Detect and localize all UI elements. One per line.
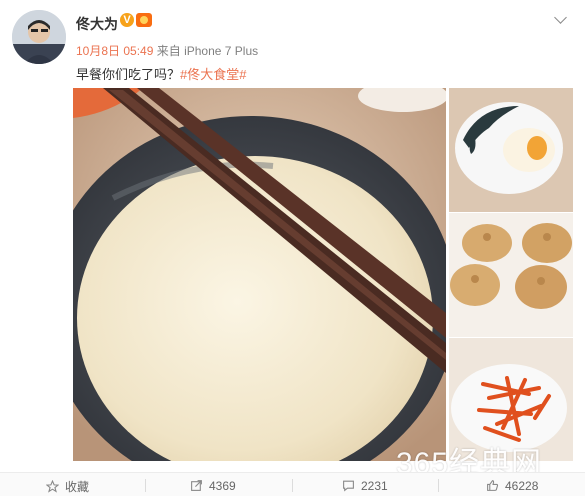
congee-bowl-image — [73, 88, 446, 461]
thumb-dumplings-photo[interactable] — [449, 213, 573, 337]
divider — [145, 479, 146, 492]
post-date[interactable]: 10月8日 05:49 — [76, 44, 153, 58]
avatar-photo — [12, 10, 66, 64]
post-meta: 10月8日 05:49 来自 iPhone 7 Plus — [76, 42, 258, 59]
post-text: 早餐你们吃了吗？#佟大食堂# — [76, 64, 246, 83]
repost-count: 4369 — [209, 478, 236, 493]
repost-button[interactable]: 4369 — [190, 478, 236, 494]
comment-count: 2231 — [361, 478, 388, 493]
comment-button[interactable]: 2231 — [342, 478, 388, 494]
post-source: 来自 iPhone 7 Plus — [156, 44, 259, 58]
chevron-down-icon[interactable] — [554, 11, 567, 24]
hashtag-link[interactable]: #佟大食堂# — [180, 67, 246, 82]
soup-dumplings-image — [449, 213, 573, 337]
thumbs-up-icon — [487, 480, 499, 492]
like-count: 46228 — [505, 478, 539, 493]
thumb-egg-photo[interactable] — [449, 88, 573, 212]
action-bar: 收藏 4369 2231 46228 — [0, 472, 585, 496]
favorite-label: 收藏 — [65, 480, 90, 494]
divider — [292, 479, 293, 492]
repost-icon — [191, 480, 202, 492]
like-button[interactable]: 46228 — [486, 478, 538, 494]
divider — [438, 479, 439, 492]
author-name[interactable]: 佟大为 — [76, 14, 118, 34]
favorite-button[interactable]: 收藏 — [46, 478, 89, 494]
star-icon — [46, 480, 59, 493]
avatar[interactable] — [12, 10, 66, 64]
post-text-plain: 早餐你们吃了吗？ — [76, 67, 181, 82]
comment-icon — [343, 480, 354, 492]
verified-badge: V — [120, 13, 134, 27]
vip-icon — [136, 13, 152, 27]
main-photo[interactable] — [73, 88, 446, 461]
egg-dish-image — [449, 88, 573, 212]
